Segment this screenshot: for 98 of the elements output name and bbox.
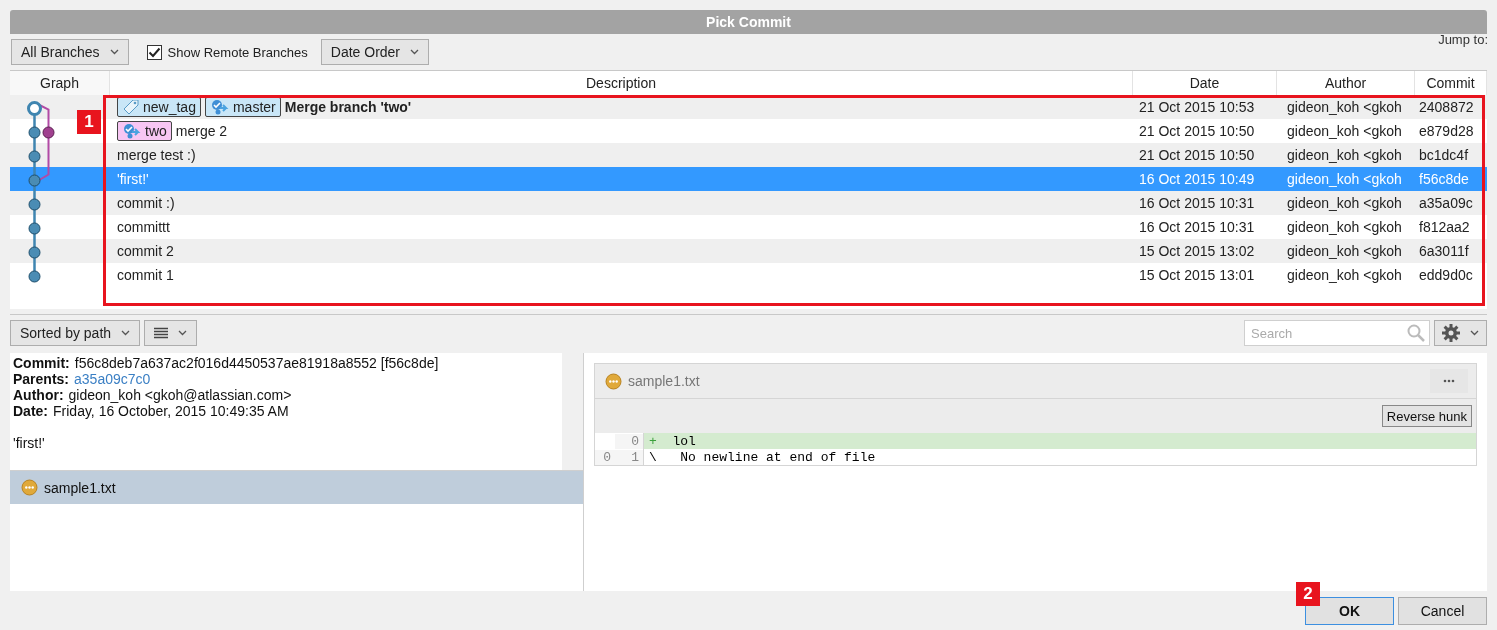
order-dropdown[interactable]: Date Order bbox=[320, 39, 430, 65]
field-label: Parents: bbox=[13, 371, 70, 387]
commit-hash-cell-text: e879d28 bbox=[1418, 122, 1475, 141]
list-icon bbox=[154, 327, 169, 339]
author-cell-text: gideon_koh <gkoh bbox=[1286, 98, 1403, 117]
checkbox[interactable] bbox=[146, 44, 162, 60]
commit-row[interactable]: two merge 2 21 Oct 2015 10:50 gideon_koh <gkoh e879d28 bbox=[110, 119, 1487, 143]
branch-filter-dropdown[interactable]: All Branches bbox=[11, 39, 129, 65]
branch-label: master bbox=[204, 97, 281, 117]
date-cell-text: 21 Oct 2015 10:50 bbox=[1138, 146, 1256, 165]
cancel-button[interactable]: Cancel bbox=[1398, 597, 1487, 625]
checkbox-label: Show Remote Branches bbox=[167, 44, 308, 60]
column-header[interactable]: Commit bbox=[1415, 71, 1487, 95]
field-value: gideon_koh <gkoh@atlassian.com> bbox=[68, 387, 292, 403]
commit-message: merge test :) bbox=[117, 147, 196, 163]
line-number: 0 bbox=[615, 433, 643, 449]
settings-button[interactable] bbox=[1434, 320, 1487, 346]
file-status-icon bbox=[605, 372, 622, 390]
author-cell-text: gideon_koh <gkoh bbox=[1286, 218, 1403, 237]
field-value: f56c8deb7a637ac2f016d4450537ae81918a8552 [f56c8de] bbox=[74, 355, 439, 371]
author-cell-text: gideon_koh <gkoh bbox=[1286, 170, 1403, 189]
commit-message: commit 2 bbox=[117, 243, 174, 259]
commit-message: Merge branch 'two' bbox=[284, 99, 412, 115]
more-icon bbox=[1443, 379, 1455, 383]
commit-hash-cell-text: f812aa2 bbox=[1418, 218, 1471, 237]
caret-icon bbox=[178, 330, 188, 336]
column-header[interactable]: Description bbox=[110, 71, 1133, 95]
commit-hash-cell-text: a35a09c bbox=[1418, 194, 1474, 213]
column-header[interactable]: Author bbox=[1277, 71, 1415, 95]
branch-label: two bbox=[117, 121, 172, 141]
commit-node bbox=[28, 126, 40, 138]
commit-message: 'first!' bbox=[13, 435, 46, 451]
commit-message: committt bbox=[117, 219, 170, 235]
commit-message: commit :) bbox=[117, 195, 175, 211]
settings-icon bbox=[1442, 324, 1460, 342]
author-cell-text: gideon_koh <gkoh bbox=[1286, 266, 1403, 285]
commit-message: merge 2 bbox=[175, 123, 228, 139]
callout-badge: 2 bbox=[1296, 582, 1320, 606]
commit-node bbox=[28, 270, 40, 282]
caret-icon bbox=[1470, 330, 1479, 336]
author-cell-text: gideon_koh <gkoh bbox=[1286, 242, 1403, 261]
caret-icon bbox=[410, 49, 420, 55]
commit-row[interactable]: commit 2 15 Oct 2015 13:02 gideon_koh <gkoh 6a3011f bbox=[110, 239, 1487, 263]
commit-hash-cell-text: 6a3011f bbox=[1418, 242, 1470, 261]
commit-node bbox=[42, 126, 54, 138]
date-cell-text: 15 Oct 2015 13:02 bbox=[1138, 242, 1256, 261]
author-cell-text: gideon_koh <gkoh bbox=[1286, 122, 1403, 141]
file-item[interactable]: sample1.txt bbox=[10, 471, 583, 504]
commit-node bbox=[28, 246, 40, 258]
field-label: Commit: bbox=[13, 355, 70, 371]
field-value: Friday, 16 October, 2015 10:49:35 AM bbox=[53, 403, 289, 419]
field-label: Author: bbox=[13, 387, 64, 403]
commit-node bbox=[28, 198, 40, 210]
author-cell-text: gideon_koh <gkoh bbox=[1286, 194, 1403, 213]
line-number: 0 bbox=[595, 449, 615, 465]
file-status-icon bbox=[21, 479, 38, 496]
column-header[interactable]: Date bbox=[1133, 71, 1277, 95]
author-cell-text: gideon_koh <gkoh bbox=[1286, 146, 1403, 165]
tag-label: new_tag bbox=[117, 97, 201, 117]
commit-message: commit 1 bbox=[117, 267, 174, 283]
line-number: 1 bbox=[615, 449, 643, 465]
commit-hash-cell-text: bc1dc4f bbox=[1418, 146, 1470, 165]
branch-icon bbox=[122, 123, 142, 139]
date-cell-text: 16 Oct 2015 10:31 bbox=[1138, 218, 1256, 237]
jump-to-label: Jump to: bbox=[1438, 32, 1488, 47]
caret-icon bbox=[109, 49, 119, 55]
diff-file-name: sample1.txt bbox=[628, 373, 700, 389]
commit-node bbox=[28, 222, 40, 234]
tag-icon bbox=[122, 100, 140, 114]
commit-row[interactable]: commit :) 16 Oct 2015 10:31 gideon_koh <gkoh a35a09c bbox=[110, 191, 1487, 215]
reverse-hunk-button[interactable]: Reverse hunk bbox=[1381, 405, 1472, 427]
date-cell-text: 21 Oct 2015 10:50 bbox=[1138, 122, 1256, 141]
column-header[interactable]: Graph bbox=[10, 71, 110, 95]
scrollbar[interactable] bbox=[562, 353, 583, 470]
caret-icon bbox=[121, 330, 131, 336]
view-mode-button[interactable] bbox=[144, 320, 198, 346]
parent-link[interactable]: a35a09c7c0 bbox=[74, 371, 151, 387]
sort-dropdown[interactable]: Sorted by path bbox=[10, 320, 141, 346]
field-label: Date: bbox=[13, 403, 48, 419]
commit-hash-cell-text: f56c8de bbox=[1418, 170, 1470, 189]
search-icon bbox=[1407, 324, 1425, 342]
diff-line: \ No newline at end of file bbox=[643, 449, 1476, 465]
date-cell-text: 16 Oct 2015 10:31 bbox=[1138, 194, 1256, 213]
commit-row[interactable]: committt 16 Oct 2015 10:31 gideon_koh <gkoh f812aa2 bbox=[110, 215, 1487, 239]
commit-node bbox=[28, 150, 40, 162]
date-cell-text: 15 Oct 2015 13:01 bbox=[1138, 266, 1256, 285]
commit-message: 'first!' bbox=[117, 171, 149, 187]
commit-node bbox=[26, 100, 42, 116]
commit-row[interactable]: merge test :) 21 Oct 2015 10:50 gideon_koh <gkoh bc1dc4f bbox=[110, 143, 1487, 167]
date-cell-text: 21 Oct 2015 10:53 bbox=[1138, 98, 1256, 117]
window-title: Pick Commit bbox=[10, 10, 1487, 34]
commit-hash-cell-text: 2408872 bbox=[1418, 98, 1475, 117]
callout-badge: 1 bbox=[77, 110, 101, 134]
date-cell-text: 16 Oct 2015 10:49 bbox=[1138, 170, 1256, 189]
commit-row[interactable]: commit 1 15 Oct 2015 13:01 gideon_koh <gkoh edd9d0c bbox=[110, 263, 1487, 287]
commit-hash-cell-text: edd9d0c bbox=[1418, 266, 1474, 285]
commit-node bbox=[28, 174, 40, 186]
branch-icon bbox=[209, 99, 230, 115]
